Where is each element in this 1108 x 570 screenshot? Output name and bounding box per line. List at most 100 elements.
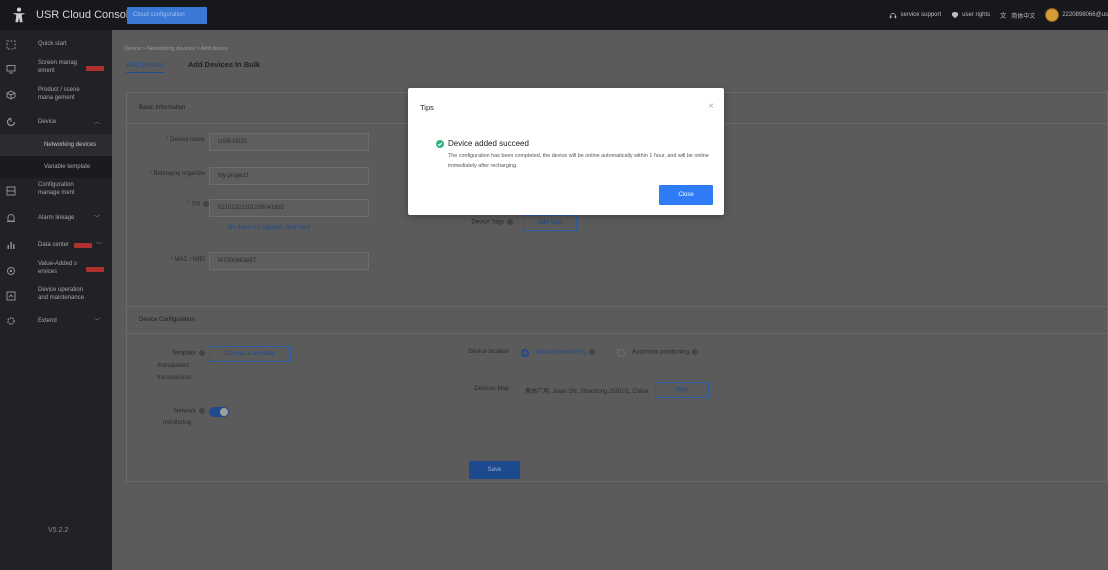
logo-icon: [12, 7, 26, 23]
sidebar-item-networking-devices[interactable]: Networking devices: [0, 134, 112, 156]
language-switch[interactable]: 文 简体中文: [1000, 11, 1035, 20]
map-button[interactable]: Map: [655, 382, 709, 398]
belonging-organization-select[interactable]: My project1 ﹀: [209, 167, 369, 185]
breadcrumb: Device > Networking devices > Add device: [124, 46, 228, 52]
belonging-organization-label: * Belonging organize: [149, 171, 205, 177]
sn-not-supported-link[interactable]: SN does not support, click here: [227, 225, 310, 231]
divider: [127, 333, 1107, 334]
selected-organization: My project1: [218, 173, 250, 179]
headset-icon: [890, 13, 897, 19]
device-name-input[interactable]: USR-N520: [209, 133, 369, 151]
avatar: [1045, 8, 1060, 22]
active-tab-indicator: [126, 72, 164, 73]
sidebar-item-configuration-management[interactable]: Configuration manage ment: [0, 179, 112, 203]
tab-add-devices-in-bulk[interactable]: Add Devices In Bulk: [188, 60, 260, 69]
sidebar-item-label: Configuration manage ment: [38, 182, 75, 196]
service-support-link[interactable]: service support: [889, 11, 941, 19]
sidebar-item-label: Alarm linkage: [38, 215, 75, 221]
chevron-up-icon: ︿: [93, 120, 100, 126]
sidebar-item-label: Quick start: [38, 41, 67, 47]
automatic-positioning-label: Automatic positioning: [632, 349, 699, 356]
device-location-label: Device location: [468, 349, 509, 355]
sidebar-item-label: Device: [38, 119, 57, 125]
sidebar-item-value-added-services[interactable]: Value-Added s ervices: [0, 257, 112, 281]
template-label-line3: transmission: [157, 375, 191, 381]
sidebar-item-product-scene[interactable]: Product / scene mana gement: [0, 85, 112, 109]
extend-icon: [7, 317, 15, 325]
choose-template-button[interactable]: Choose a template: [209, 346, 291, 362]
device-icon: [6, 117, 16, 127]
service-support-label: service support: [900, 12, 942, 18]
chevron-down-icon: ﹀: [93, 319, 100, 325]
device-name-label: * Device name: [165, 137, 205, 143]
cube-icon: [6, 90, 16, 100]
monitor-icon: [6, 65, 16, 74]
help-icon[interactable]: [199, 408, 205, 414]
success-check-icon: [436, 140, 444, 148]
sidebar-item-label: Device operation and maintenance: [38, 287, 85, 301]
tab-add-device[interactable]: Add Device: [126, 60, 164, 69]
close-icon[interactable]: ×: [708, 102, 714, 112]
alarm-icon: [7, 214, 15, 222]
sidebar-item-device-operation[interactable]: Device operation and maintenance: [0, 283, 112, 307]
basic-information-title: Basic Information: [139, 105, 186, 111]
manual-positioning-label: Manual positioning: [536, 349, 596, 356]
device-configuration-card: Device Configuration Template /transpare…: [126, 306, 1108, 482]
network-monitoring-label-line2: monitoring: [162, 420, 191, 426]
automatic-positioning-radio[interactable]: [617, 349, 625, 357]
translate-icon: 文: [1000, 11, 1007, 19]
modal-heading: Device added succeed: [448, 139, 529, 148]
value-added-icon: [7, 267, 15, 275]
language-label: 简体中文: [1011, 13, 1036, 20]
sidebar-item-label: Product / scene mana gement: [38, 87, 80, 101]
chevron-down-icon: ﹀: [355, 173, 362, 179]
manual-positioning-radio[interactable]: [521, 349, 529, 357]
sn-label: * SN: [163, 201, 209, 208]
user-rights-label: user rights: [962, 12, 991, 18]
maintenance-icon: [6, 291, 16, 301]
svg-text:文: 文: [1000, 11, 1007, 19]
version-label: V5.2.2: [48, 527, 69, 534]
user-menu[interactable]: 2220898066@us: [1045, 8, 1108, 22]
chevron-down-icon: ﹀: [93, 216, 100, 222]
device-tags-label: Device Tags: [457, 219, 513, 226]
sidebar-item-alarm-linkage[interactable]: Alarm linkage ﹀: [0, 206, 112, 230]
sidebar-item-data-center[interactable]: Data center ﹀: [0, 233, 112, 257]
device-configuration-title: Device Configuration: [139, 317, 195, 323]
add-tags-button[interactable]: Add tags: [523, 215, 577, 231]
modal-title: Tips: [420, 103, 434, 112]
close-button[interactable]: Close: [659, 185, 713, 205]
quick-start-icon: [6, 40, 16, 50]
map-address: 奥体广场, Jinan SN, Shandong 250101, China: [525, 389, 649, 395]
shield-icon: [951, 11, 959, 19]
sn-input[interactable]: 02102321101200041881: [209, 199, 369, 217]
mac-imei-input[interactable]: f4700c863e87: [209, 252, 369, 270]
config-icon: [6, 186, 16, 196]
sidebar-item-label: Extend: [38, 318, 57, 324]
help-icon[interactable]: [199, 350, 205, 356]
network-monitoring-toggle[interactable]: [209, 407, 229, 417]
save-button[interactable]: Save: [469, 461, 520, 479]
modal-message: The configuration has been completed, th…: [448, 153, 709, 169]
sidebar: Quick start Screen manag ement Product /…: [0, 30, 112, 570]
sidebar-item-variable-template[interactable]: Variable template: [0, 156, 112, 178]
tab-cloud-configuration[interactable]: Cloud configuration: [127, 7, 207, 24]
tips-modal: Tips × Device added succeed The configur…: [408, 88, 724, 215]
user-rights-link[interactable]: user rights: [951, 11, 990, 19]
new-badge: [74, 243, 92, 248]
new-badge: [86, 267, 104, 272]
user-label: 2220898066@us: [1062, 12, 1108, 18]
help-icon[interactable]: [589, 349, 596, 355]
sidebar-item-extend[interactable]: Extend ﹀: [0, 312, 112, 336]
network-monitoring-label: Network: [147, 408, 205, 415]
sidebar-item-screen-management[interactable]: Screen manag ement: [0, 57, 112, 81]
chart-icon: [7, 242, 15, 249]
template-label-line2: /transparent: [156, 363, 189, 369]
top-right-menu: service support user rights 文 简体中文 22208…: [889, 0, 1108, 30]
top-bar: USR Cloud Console Cloud configuration se…: [0, 0, 1108, 30]
toggle-knob: [220, 408, 228, 416]
template-label: Template: [147, 350, 205, 357]
help-icon[interactable]: [507, 219, 513, 225]
new-badge: [86, 66, 104, 71]
help-icon[interactable]: [692, 349, 699, 355]
